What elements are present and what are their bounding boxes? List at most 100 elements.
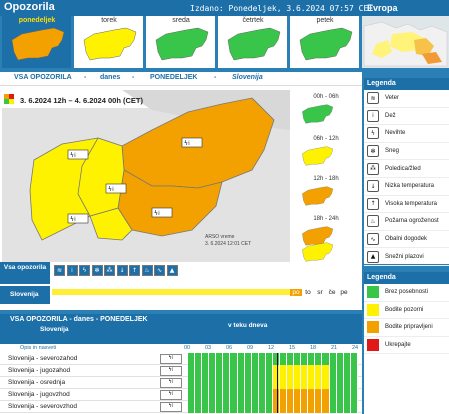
time-slot-map[interactable] [300,184,334,208]
coastal-event-filter-icon[interactable]: ∿ [154,265,165,276]
legend-label: Veter [385,95,400,102]
hour-cell [322,365,330,377]
table-row[interactable]: Slovenija - severozahod ϟ⁞ [0,353,362,365]
legend-item[interactable]: ≋ Veter [364,90,449,108]
time-slot-map[interactable] [300,144,334,168]
hour-cell [294,401,302,413]
legend-item[interactable]: ↓ Nizka temperatura [364,178,449,196]
hour-tick: 00 [184,345,191,351]
day-abbr-4[interactable]: pe [338,289,350,296]
day-abbreviations: po to sr če pe [290,289,350,296]
legend-item[interactable]: ϟ Nevihte [364,125,449,143]
time-slot-map[interactable] [300,102,334,126]
hour-cell [202,389,210,401]
hour-tick: 03 [205,345,212,351]
avalanche-filter-icon[interactable]: ▲ [166,265,178,276]
fire-danger-filter-icon[interactable]: ♨ [141,265,153,276]
hour-cell [315,353,323,365]
hour-cell [188,353,196,365]
hour-cell [294,389,302,401]
day-tab-4[interactable]: petek [290,16,360,68]
section-when[interactable]: danes [100,74,120,81]
legend-item[interactable]: ∿ Obalni dogodek [364,231,449,249]
time-slot-map[interactable] [300,240,334,264]
thunderstorm-rain-icon: ϟ⁞ [160,366,182,376]
day-tab-2[interactable]: sreda [146,16,216,68]
hour-cell [280,389,288,401]
hour-cell [308,389,316,401]
region-name: Slovenija - jugozahod [8,367,71,374]
hour-cell [195,401,203,413]
hour-cell [209,401,217,413]
table-row[interactable]: Slovenija - jugozahod ϟ⁞ [0,365,362,377]
day-abbr-1[interactable]: to [302,289,314,296]
legend-item[interactable]: ▲ Snežni plazovi [364,248,449,266]
coastal-event-icon: ∿ [367,233,379,246]
slovenia-label[interactable]: Slovenija [0,286,50,304]
hour-cell [287,377,295,389]
legend-item[interactable]: ⁂ Poledica/žled [364,160,449,178]
day-tab-label: sreda [172,17,190,24]
europe-link[interactable]: Evropa [367,3,398,13]
timeline-bar [188,389,358,401]
hour-cell [237,365,245,377]
legend-label: Visoka temperatura [385,200,437,207]
legend-item[interactable]: ⁞ Dež [364,108,449,126]
now-marker [277,389,279,401]
thunderstorm-filter-icon[interactable]: ϟ [79,265,90,276]
hour-cell [336,353,344,365]
hour-cell [258,401,266,413]
table-row[interactable]: Slovenija - osrednja ϟ⁞ [0,377,362,389]
table-row[interactable]: Slovenija - jugovzhod ϟ⁞ [0,389,362,401]
wind-filter-icon[interactable]: ≋ [54,265,65,276]
level-swatch [367,338,379,351]
region-name: Slovenija - osrednja [8,379,66,386]
day-tab-3[interactable]: četrtek [218,16,288,68]
hour-cell [188,377,196,389]
day-abbr-3[interactable]: če [326,289,338,296]
legend-item[interactable]: ↑ Visoka temperatura [364,196,449,214]
hour-cell [251,353,259,365]
high-temperature-filter-icon[interactable]: ↑ [129,265,140,276]
thunderstorm-icon: ϟ [367,127,379,140]
level-legend-title: Legenda [364,272,449,284]
hour-cell [336,389,344,401]
hour-tick: 06 [226,345,233,351]
rain-filter-icon[interactable]: ⁞ [66,265,78,276]
table-row[interactable]: Slovenija - severovzhod ϟ⁞ [0,401,362,413]
snow-filter-icon[interactable]: ✻ [91,265,103,276]
hour-cell [350,365,358,377]
section-region[interactable]: Slovenija [232,74,263,81]
hour-cell [287,353,295,365]
thunderstorm-rain-icon: ϟ⁞ [160,354,182,364]
day-tab-0[interactable]: ponedeljek [2,16,72,68]
europe-map[interactable] [362,16,449,68]
low-temperature-filter-icon[interactable]: ↓ [116,265,128,276]
section-day[interactable]: PONEDELJEK [150,74,197,81]
day-abbr-2[interactable]: sr [314,289,326,296]
day-tab-1[interactable]: torek [74,16,144,68]
hour-cell [251,401,259,413]
now-marker [277,377,279,389]
hour-cell [350,401,358,413]
opis-link[interactable]: Opis in nasveti [20,345,56,351]
hour-cell [251,389,259,401]
level-label: Brez posebnosti [385,289,429,296]
hour-cell [216,389,224,401]
hour-cell [322,389,330,401]
hour-cell [230,353,238,365]
timeline-bar [188,377,358,389]
legend-item[interactable]: ♨ Požarna ogroženost [364,213,449,231]
hour-cell [329,401,337,413]
hour-cell [230,377,238,389]
hour-cell [195,353,203,365]
legend-item[interactable]: ✻ Sneg [364,143,449,161]
freezing-rain-filter-icon[interactable]: ⁂ [104,265,115,276]
svg-text:ϟ⁞: ϟ⁞ [154,210,160,217]
snow-icon: ✻ [367,145,379,158]
day-abbr-0[interactable]: po [290,289,302,296]
hour-cell [343,389,351,401]
high-temperature-icon: ↑ [367,197,379,210]
hour-cell [308,353,316,365]
all-warnings-label[interactable]: Vsa opozorila [0,262,50,284]
